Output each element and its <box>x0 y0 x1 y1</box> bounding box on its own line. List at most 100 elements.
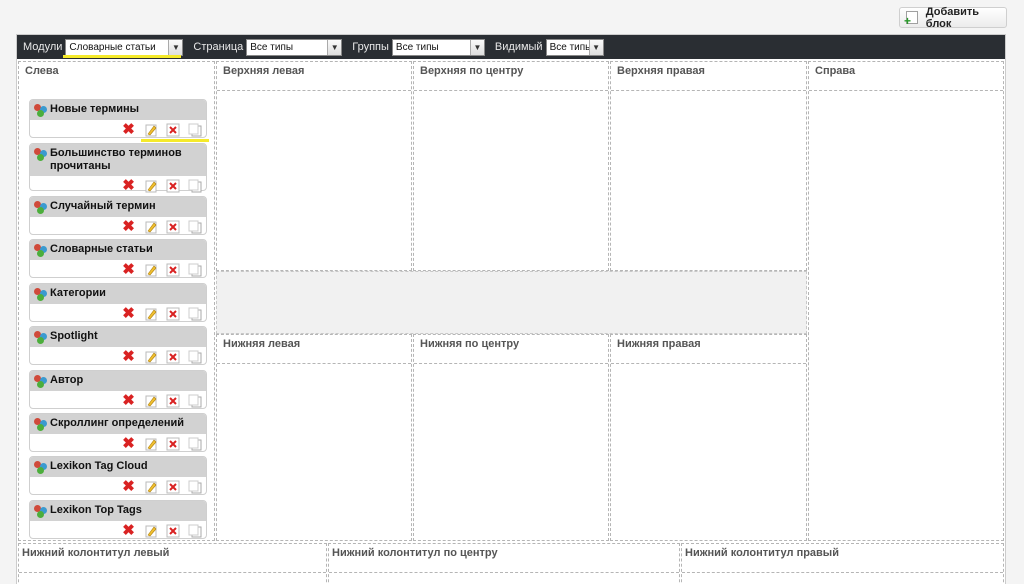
module-card[interactable]: Скроллинг определений ✖ <box>29 413 207 452</box>
disable-icon[interactable] <box>165 220 180 234</box>
module-card[interactable]: Lexikon Tag Cloud ✖ <box>29 456 207 495</box>
groups-select-value: Все типы <box>395 41 439 53</box>
delete-icon[interactable]: ✖ <box>121 262 136 277</box>
chevron-down-icon: ▼ <box>327 39 342 55</box>
copy-icon[interactable] <box>187 524 202 538</box>
disable-icon[interactable] <box>165 263 180 277</box>
module-icon <box>34 148 47 161</box>
module-header[interactable]: Случайный термин <box>30 197 206 217</box>
module-header[interactable]: Lexikon Top Tags <box>30 501 206 521</box>
copy-icon[interactable] <box>187 394 202 408</box>
delete-icon[interactable]: ✖ <box>121 523 136 538</box>
page-select-value: Все типы <box>250 41 294 53</box>
copy-icon[interactable] <box>187 263 202 277</box>
position-bottom-right-title: Нижняя правая <box>617 338 701 350</box>
module-actions: ✖ <box>30 120 206 139</box>
copy-icon[interactable] <box>187 179 202 193</box>
module-title: Автор <box>50 374 84 386</box>
disable-icon[interactable] <box>165 350 180 364</box>
module-icon <box>34 331 47 344</box>
position-bottom-right: Нижняя правая <box>610 334 807 541</box>
edit-icon[interactable] <box>143 524 158 538</box>
module-card[interactable]: Словарные статьи ✖ <box>29 239 207 278</box>
copy-icon[interactable] <box>187 307 202 321</box>
edit-icon[interactable] <box>143 307 158 321</box>
delete-icon[interactable]: ✖ <box>121 122 136 137</box>
add-block-button[interactable]: Добавить блок <box>899 6 1007 30</box>
module-card[interactable]: Lexikon Top Tags ✖ <box>29 500 207 539</box>
module-title: Большинство терминов прочитаны <box>50 147 182 172</box>
disable-icon[interactable] <box>165 307 180 321</box>
module-card[interactable]: Автор ✖ <box>29 370 207 409</box>
page-filter-label: Страница <box>193 41 244 53</box>
edit-icon[interactable] <box>143 350 158 364</box>
groups-select[interactable]: Все типы ▼ <box>391 38 485 56</box>
position-footer-left-title: Нижний колонтитул левый <box>22 547 170 559</box>
position-footer-right-title: Нижний колонтитул правый <box>685 547 839 559</box>
main-content-area <box>216 271 807 334</box>
copy-icon[interactable] <box>187 220 202 234</box>
add-document-icon <box>904 11 918 28</box>
module-header[interactable]: Скроллинг определений <box>30 414 206 434</box>
module-card[interactable]: Большинство терминов прочитаны ✖ <box>29 143 207 193</box>
edit-icon[interactable] <box>143 123 158 137</box>
delete-icon[interactable]: ✖ <box>121 479 136 494</box>
module-actions: ✖ <box>30 304 206 323</box>
edit-icon[interactable] <box>143 220 158 234</box>
edit-icon[interactable] <box>143 263 158 277</box>
module-card[interactable]: Spotlight ✖ <box>29 326 207 365</box>
copy-icon[interactable] <box>187 437 202 451</box>
position-top-center: Верхняя по центру <box>413 61 609 271</box>
module-actions: ✖ <box>30 521 206 540</box>
position-left: Слева Новые термины ✖ Большинство термин… <box>18 61 215 541</box>
module-actions: ✖ <box>30 217 206 236</box>
module-header[interactable]: Категории <box>30 284 206 304</box>
page-select[interactable]: Все типы ▼ <box>246 38 343 56</box>
module-title: Словарные статьи <box>50 243 153 255</box>
module-title: Lexikon Top Tags <box>50 504 142 516</box>
delete-icon[interactable]: ✖ <box>121 219 136 234</box>
module-icon <box>34 201 47 214</box>
module-card[interactable]: Случайный термин ✖ <box>29 196 207 235</box>
disable-icon[interactable] <box>165 123 180 137</box>
copy-icon[interactable] <box>187 123 202 137</box>
delete-icon[interactable]: ✖ <box>121 178 136 193</box>
position-right: Справа <box>808 61 1004 541</box>
position-top-right: Верхняя правая <box>610 61 807 271</box>
disable-icon[interactable] <box>165 394 180 408</box>
edit-icon[interactable] <box>143 437 158 451</box>
edit-icon[interactable] <box>143 480 158 494</box>
module-card[interactable]: Категории ✖ <box>29 283 207 322</box>
copy-icon[interactable] <box>187 480 202 494</box>
disable-icon[interactable] <box>165 179 180 193</box>
layout-frame: Модули Словарные статьи ▼ Страница Все т… <box>16 34 1006 584</box>
visible-filter-label: Видимый <box>494 41 543 53</box>
disable-icon[interactable] <box>165 524 180 538</box>
position-top-center-title: Верхняя по центру <box>420 65 524 77</box>
disable-icon[interactable] <box>165 437 180 451</box>
copy-icon[interactable] <box>187 350 202 364</box>
module-header[interactable]: Большинство терминов прочитаны <box>30 144 206 176</box>
module-header[interactable]: Spotlight <box>30 327 206 347</box>
delete-icon[interactable]: ✖ <box>121 349 136 364</box>
disable-icon[interactable] <box>165 480 180 494</box>
chevron-down-icon: ▼ <box>588 39 603 55</box>
module-header[interactable]: Новые термины <box>30 100 206 120</box>
modules-filter-label: Модули <box>23 41 63 53</box>
module-header[interactable]: Lexikon Tag Cloud <box>30 457 206 477</box>
modules-select[interactable]: Словарные статьи ▼ <box>65 38 184 56</box>
delete-icon[interactable]: ✖ <box>121 393 136 408</box>
module-header[interactable]: Автор <box>30 371 206 391</box>
delete-icon[interactable]: ✖ <box>121 436 136 451</box>
module-card[interactable]: Новые термины ✖ <box>29 99 207 138</box>
edit-icon[interactable] <box>143 394 158 408</box>
position-bottom-left-title: Нижняя левая <box>223 338 301 350</box>
module-actions: ✖ <box>30 260 206 279</box>
position-footer-right: Нижний колонтитул правый <box>681 543 1004 584</box>
module-icon <box>34 288 47 301</box>
delete-icon[interactable]: ✖ <box>121 306 136 321</box>
edit-icon[interactable] <box>143 179 158 193</box>
visible-select[interactable]: Все типы ▼ <box>545 38 604 56</box>
module-icon <box>34 505 47 518</box>
module-header[interactable]: Словарные статьи <box>30 240 206 260</box>
